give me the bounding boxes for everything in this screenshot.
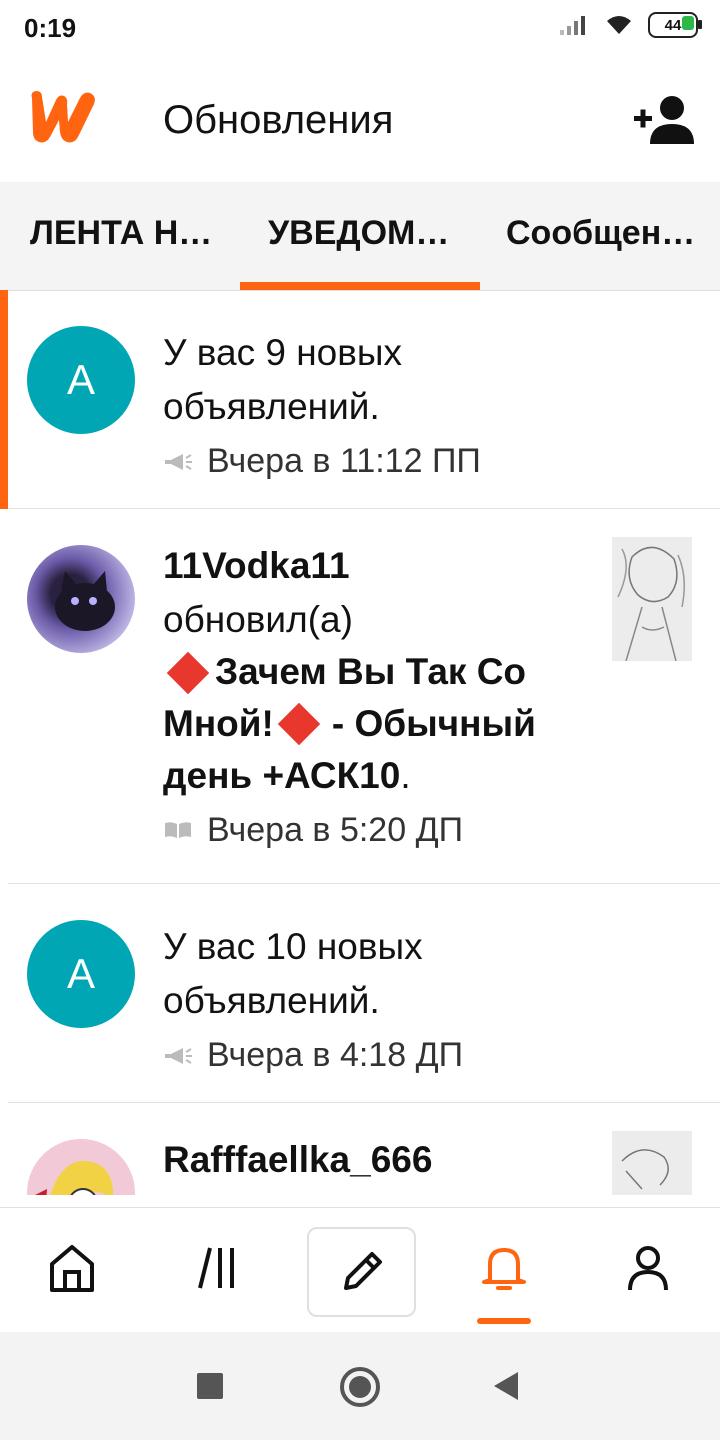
list-item[interactable]: Rafffaellka_666 [0,1103,720,1195]
notification-time: Вчера в 11:12 ПП [207,442,481,481]
story-title-line3[interactable]: день +АСК10 [163,755,400,796]
system-navigation-bar [0,1332,720,1440]
status-icons: 44 [558,12,702,38]
nav-notifications[interactable] [474,1238,534,1298]
megaphone-icon [165,1047,192,1064]
pencil-icon [343,1252,382,1290]
nav-profile[interactable] [618,1238,678,1298]
library-icon [198,1247,234,1289]
unread-indicator [0,290,8,509]
status-bar: 0:19 44 [0,0,720,58]
list-item[interactable]: A У вас 10 новых объявлений. Вчера в 4:1… [0,884,720,1103]
tab-messages[interactable]: Сообщен… [506,214,695,253]
nav-write-button[interactable] [307,1227,416,1317]
title-period: . [400,754,411,796]
drawn-avatar-image [35,1160,114,1195]
tab-bar: ЛЕНТА Н… УВЕДОМ… Сообщен… [0,182,720,291]
signal-icon [560,16,585,35]
notification-action: обновил(а) [163,598,353,640]
status-time: 0:19 [24,13,77,43]
username[interactable]: 11Vodka11 [163,539,593,593]
story-title-line2[interactable]: Мной! [163,703,274,744]
recent-apps-button[interactable] [197,1373,223,1399]
bottom-navigation [0,1207,720,1333]
battery-icon: 44 [648,12,702,38]
add-user-icon[interactable] [632,94,694,146]
home-button[interactable] [340,1367,380,1407]
tab-feed[interactable]: ЛЕНТА Н… [30,214,212,253]
story-title-suffix[interactable]: - Обычный [332,703,536,744]
notification-time: Вчера в 5:20 ДП [207,810,464,849]
notification-text: У вас 9 новых объявлений. Вчера в 11:12 … [163,326,593,487]
app-bar: Обновления [0,58,720,182]
list-item[interactable]: A У вас 9 новых объявлений. Вчера в 11:1… [0,290,720,509]
home-icon [50,1245,94,1292]
notification-text: Rafffaellka_666 [163,1133,593,1187]
wattpad-logo-icon[interactable] [26,88,100,146]
battery-level: 44 [664,16,682,34]
wifi-icon [607,16,631,34]
notification-list: A У вас 9 новых объявлений. Вчера в 11:1… [0,290,720,1195]
notification-time: Вчера в 4:18 ДП [207,1036,464,1075]
cat-avatar-image [55,571,115,631]
page-title: Обновления [163,98,394,142]
profile-icon [628,1246,668,1291]
story-cover-thumbnail[interactable] [612,537,692,661]
red-diamond-icon [166,651,210,694]
book-icon [165,822,191,839]
notification-title: У вас 9 новых объявлений. [163,332,403,427]
tab-selected-indicator [240,282,480,290]
story-cover-thumbnail[interactable] [612,1131,692,1195]
back-button[interactable] [492,1370,520,1402]
notification-text: У вас 10 новых объявлений. Вчера в 4:18 … [163,920,593,1081]
avatar[interactable] [27,545,135,653]
nav-selected-indicator [477,1318,531,1324]
nav-library[interactable] [188,1238,248,1298]
red-diamond-icon [277,703,321,746]
nav-home[interactable] [42,1238,102,1298]
notification-text: 11Vodka11 обновил(а) Зачем Вы Так Со Мно… [163,539,593,855]
list-item[interactable]: 11Vodka11 обновил(а) Зачем Вы Так Со Мно… [0,509,720,884]
story-title-line1[interactable]: Зачем Вы Так Со [215,651,526,692]
megaphone-icon [165,453,192,470]
avatar[interactable] [27,1139,135,1195]
bell-icon [482,1248,526,1290]
username[interactable]: Rafffaellka_666 [163,1133,593,1187]
tab-notifications[interactable]: УВЕДОМ… [268,214,449,253]
avatar[interactable]: A [27,920,135,1028]
avatar[interactable]: A [27,326,135,434]
notification-title: У вас 10 новых объявлений. [163,926,423,1021]
